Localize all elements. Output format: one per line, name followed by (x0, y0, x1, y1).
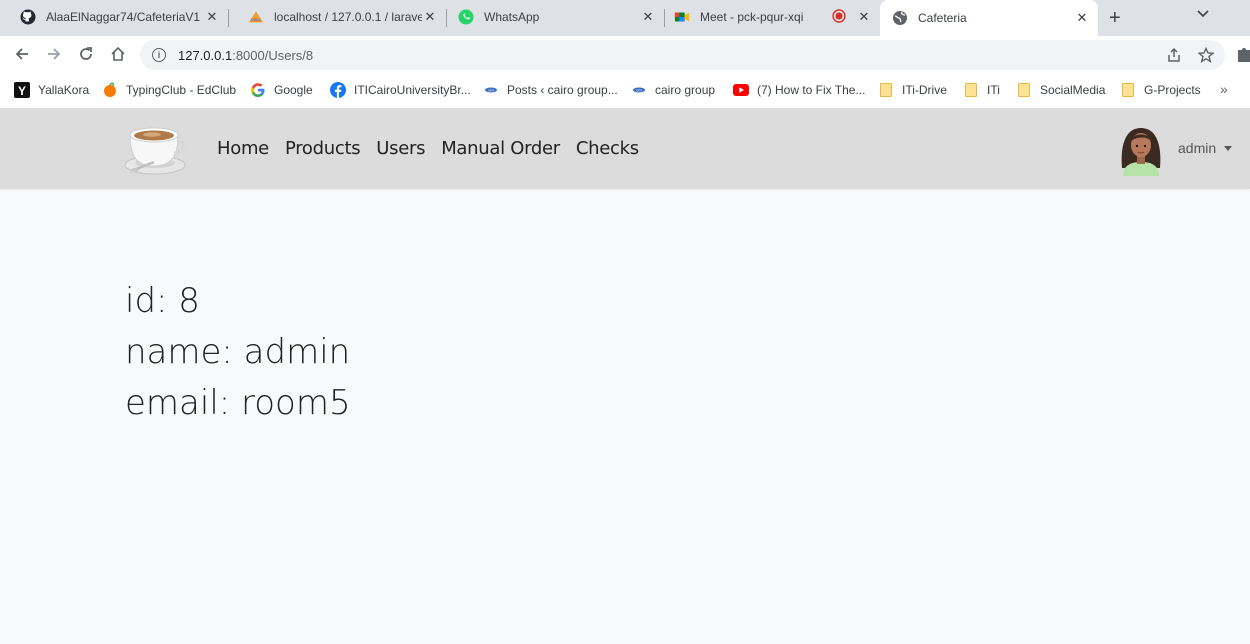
bookmark-label: cairo group (655, 83, 716, 97)
user-name-line: name: admin (125, 332, 351, 372)
nav-link-home[interactable]: Home (217, 138, 269, 159)
yallakora-icon: Y (14, 82, 30, 98)
tab-title: localhost / 127.0.0.1 / laravel (274, 10, 422, 24)
browser-tab[interactable]: AlaaElNaggar74/CafeteriaV1 ✕ (0, 0, 228, 34)
home-icon[interactable] (106, 42, 130, 66)
url-host: 127.0.0.1 (178, 47, 233, 63)
svg-text:cm: cm (488, 88, 494, 93)
site-info-icon[interactable]: i (152, 48, 166, 62)
bookmark-item[interactable]: ITi (963, 82, 1000, 98)
folder-icon (878, 82, 894, 98)
app-navbar: Home Products Users Manual Order Checks … (0, 108, 1250, 189)
url-text: 127.0.0.1:8000/Users/8 (178, 48, 313, 63)
bookmarks-bar: Y YallaKora TypingClub - EdClub Google I… (0, 72, 1250, 108)
bookmark-label: Google (274, 83, 313, 97)
site-icon: cm (483, 82, 499, 98)
tab-title: Meet - pck-pqur-xqi (700, 10, 804, 24)
tab-title: AlaaElNaggar74/CafeteriaV1 (46, 10, 201, 24)
tab-title: Cafeteria (918, 11, 967, 25)
bookmark-label: TypingClub - EdClub (126, 83, 237, 97)
browser-tab[interactable]: Meet - pck-pqur-xqi ✕ (664, 0, 880, 34)
reload-icon[interactable] (74, 42, 98, 66)
browser-tab[interactable]: WhatsApp ✕ (446, 0, 664, 34)
folder-icon (1120, 82, 1136, 98)
url-path: :8000/Users/8 (232, 47, 314, 63)
youtube-icon (733, 82, 749, 98)
back-icon[interactable] (10, 42, 34, 66)
bookmark-item[interactable]: (7) How to Fix The... (733, 82, 865, 98)
globe-icon (892, 10, 908, 26)
bookmark-item[interactable]: cm Posts ‹ cairo group... (483, 82, 618, 98)
bookmark-label: (7) How to Fix The... (757, 83, 866, 97)
phpmyadmin-icon: PMA (248, 9, 264, 25)
nav-link-products[interactable]: Products (285, 138, 361, 159)
user-details: id: 8 name: admin email: room5 (125, 276, 351, 429)
browser-toolbar: i 127.0.0.1:8000/Users/8 (0, 36, 1250, 72)
bookmark-item[interactable]: SocialMedia (1016, 82, 1105, 98)
forward-icon[interactable] (42, 42, 66, 66)
folder-icon (963, 82, 979, 98)
nav-link-manual-order[interactable]: Manual Order (441, 138, 560, 159)
extensions-icon[interactable] (1238, 46, 1250, 65)
coffee-cup-logo[interactable] (124, 118, 186, 178)
browser-tab[interactable]: PMA localhost / 127.0.0.1 / laravel ✕ (228, 0, 446, 34)
bookmark-label: G-Projects (1144, 83, 1201, 97)
user-id: id: 8 (125, 281, 200, 321)
svg-text:cm: cm (636, 88, 642, 93)
nav-link-users[interactable]: Users (376, 138, 425, 159)
bookmark-star-icon[interactable] (1197, 46, 1215, 66)
bookmark-item[interactable]: Y YallaKora (14, 82, 89, 98)
tab-search-icon[interactable] (1196, 7, 1210, 22)
share-icon[interactable] (1166, 47, 1182, 66)
bookmark-label: SocialMedia (1040, 83, 1106, 97)
more-bookmarks-icon[interactable]: » (1220, 81, 1228, 97)
facebook-icon (330, 82, 346, 98)
address-bar[interactable]: i 127.0.0.1:8000/Users/8 (140, 40, 1225, 70)
nav-link-checks[interactable]: Checks (576, 138, 639, 159)
avatar[interactable] (1116, 122, 1166, 176)
bookmark-item[interactable]: cm cairo group (631, 82, 715, 98)
new-tab-icon[interactable]: + (1109, 7, 1121, 30)
close-icon[interactable]: ✕ (422, 9, 438, 25)
user-email: email: room5 (125, 383, 351, 423)
close-icon[interactable]: ✕ (204, 9, 220, 25)
bookmark-label: ITICairoUniversityBr... (354, 83, 471, 97)
bookmark-label: ITi (987, 83, 1000, 97)
bookmark-label: ITi-Drive (902, 83, 947, 97)
nav-links: Home Products Users Manual Order Checks (217, 138, 655, 159)
user-dropdown[interactable]: admin (1178, 140, 1233, 156)
bookmark-item[interactable]: Google (250, 82, 313, 98)
browser-tab-active[interactable]: Cafeteria ✕ (880, 0, 1098, 36)
google-icon (250, 82, 266, 98)
bookmark-label: YallaKora (38, 83, 90, 97)
user-name: admin (1178, 140, 1217, 156)
tab-title: WhatsApp (484, 10, 540, 24)
bookmark-item[interactable]: TypingClub - EdClub (102, 82, 236, 98)
bookmark-item[interactable]: G-Projects (1120, 82, 1201, 98)
svg-text:PMA: PMA (251, 17, 262, 22)
close-icon[interactable]: ✕ (640, 9, 656, 25)
folder-icon (1016, 82, 1032, 98)
close-icon[interactable]: ✕ (856, 9, 872, 25)
github-icon (20, 9, 36, 25)
close-icon[interactable]: ✕ (1074, 10, 1090, 26)
site-icon: cm (631, 82, 647, 98)
whatsapp-icon (458, 9, 474, 25)
recording-icon (832, 8, 846, 26)
caret-down-icon (1224, 145, 1233, 151)
bookmark-label: Posts ‹ cairo group... (507, 83, 618, 97)
google-meet-icon (674, 9, 690, 25)
svg-text:Y: Y (18, 84, 26, 98)
browser-tab-strip: AlaaElNaggar74/CafeteriaV1 ✕ PMA localho… (0, 0, 1250, 36)
typingclub-icon (102, 82, 118, 98)
bookmark-item[interactable]: ITICairoUniversityBr... (330, 82, 471, 98)
bookmark-item[interactable]: ITi-Drive (878, 82, 947, 98)
